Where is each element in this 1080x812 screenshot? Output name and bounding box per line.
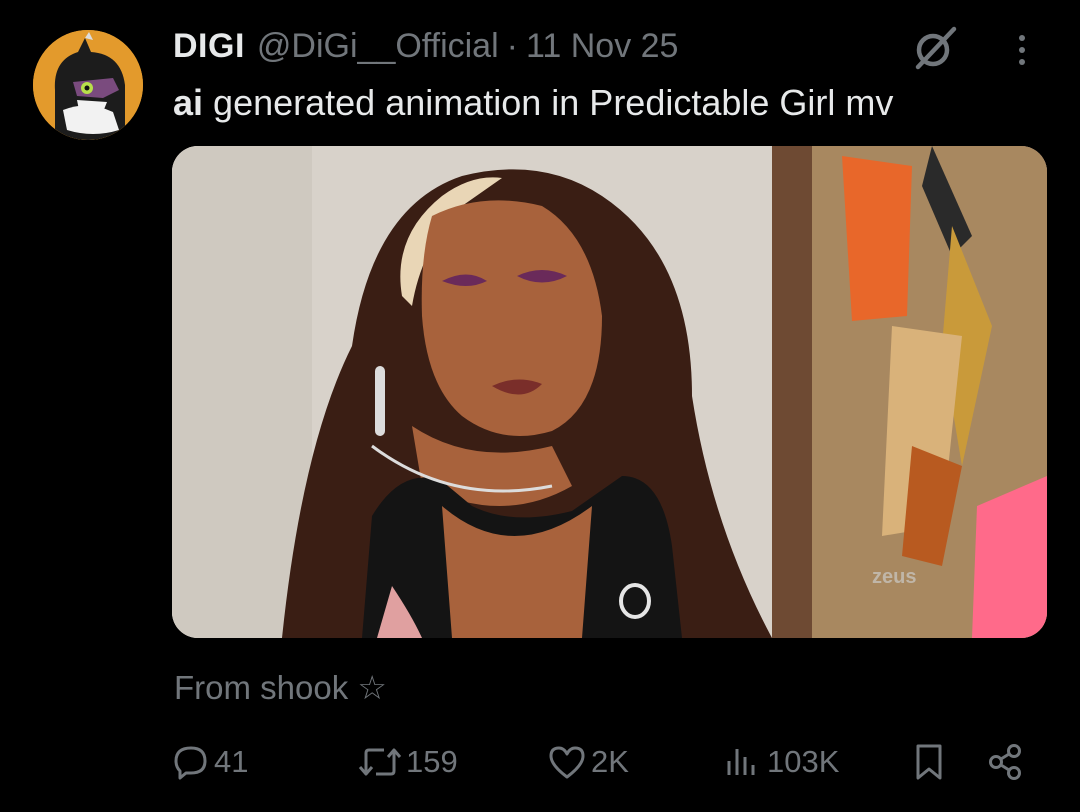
bookmark-icon [916, 744, 942, 780]
reply-icon [174, 746, 207, 780]
video-frame: zeus [172, 146, 1047, 638]
video-player[interactable]: zeus [172, 146, 1047, 638]
post-text-bold: ai [173, 82, 204, 123]
bookmark-button[interactable] [912, 732, 946, 792]
reply-count: 41 [214, 744, 249, 779]
like-button[interactable]: 2K [547, 732, 629, 792]
repost-button[interactable]: 159 [358, 732, 458, 792]
analytics-icon [727, 749, 755, 775]
repost-count: 159 [406, 744, 458, 779]
avatar[interactable] [33, 30, 143, 140]
avatar-image [33, 30, 143, 140]
view-count: 103K [767, 744, 840, 779]
repost-icon [358, 748, 402, 776]
author-handle[interactable]: @DiGi__Official [257, 27, 499, 66]
reply-button[interactable]: 41 [172, 732, 248, 792]
action-bar: 41 159 2K 103K [0, 732, 1080, 792]
post-text-rest: generated animation in Predictable Girl … [213, 82, 894, 123]
share-button[interactable] [986, 732, 1026, 792]
media-source-label[interactable]: From shook ☆ [174, 668, 387, 707]
like-count: 2K [591, 744, 629, 779]
post-header: DIGI @DiGi__Official · 11 Nov 25 [173, 24, 678, 68]
more-options-icon[interactable] [1012, 30, 1032, 70]
post-text: ai generated animation in Predictable Gi… [173, 82, 893, 124]
author-name[interactable]: DIGI [173, 27, 245, 66]
share-icon [989, 744, 1021, 780]
header-separator: · [506, 26, 518, 65]
grok-icon[interactable] [912, 25, 958, 71]
heart-icon [549, 746, 585, 779]
post-date[interactable]: 11 Nov 25 [526, 27, 678, 66]
views-button[interactable]: 103K [723, 732, 839, 792]
video-watermark: zeus [872, 566, 916, 588]
